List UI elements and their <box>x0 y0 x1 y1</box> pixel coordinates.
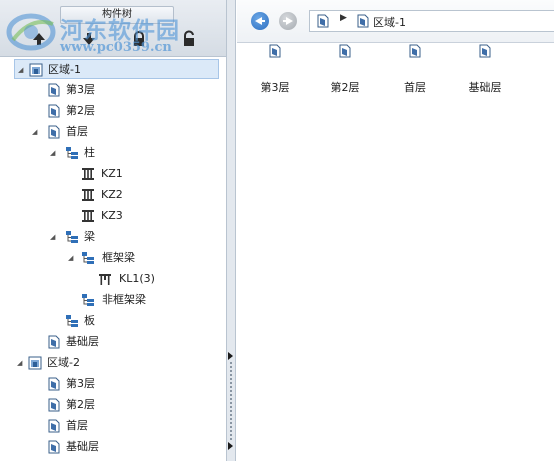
floor-icon <box>356 14 370 28</box>
tree-node-label: 第2层 <box>66 398 95 411</box>
content-item-floor[interactable]: 第3层 <box>240 42 310 112</box>
component-tree: ◢ 区域-1 第3层 第2层 ◢ 首层 ◢ 柱 KZ1 KZ2 KZ3 ◢ 梁 … <box>0 57 226 461</box>
tree-node-label: 首层 <box>66 419 88 432</box>
beam-icon <box>98 272 112 286</box>
watermark-url: www.pc0359.cn <box>60 40 172 55</box>
panel-splitter[interactable] <box>227 0 236 461</box>
column-icon <box>81 188 95 202</box>
component-tree-panel: 构件树 河东软件园 www.pc0359.cn ◢ 区域-1 第3层 第2层 ◢… <box>0 0 227 461</box>
tree-node-label: KZ3 <box>101 209 123 222</box>
tree-node-label: KZ2 <box>101 188 123 201</box>
floor-icon <box>47 83 61 97</box>
region-icon <box>28 356 42 370</box>
navigation-bar: ▶ 区域-1 <box>237 0 554 43</box>
content-item-label: 第3层 <box>260 81 290 94</box>
expand-arrow-icon[interactable]: ◢ <box>18 60 28 80</box>
forward-arrow-icon[interactable] <box>279 12 297 30</box>
content-item-label: 首层 <box>404 81 426 94</box>
tree-node-label: 第3层 <box>66 83 95 96</box>
column-icon <box>81 209 95 223</box>
floor-icon[interactable] <box>316 14 330 28</box>
tree-node-label: KL1(3) <box>119 272 155 285</box>
content-item-label: 基础层 <box>468 81 502 94</box>
category-icon <box>65 314 79 328</box>
tree-node-label: 区域-1 <box>48 63 81 76</box>
splitter-grip[interactable] <box>230 362 232 442</box>
tree-node-label: 第2层 <box>66 104 95 117</box>
expand-arrow-icon[interactable]: ◢ <box>32 122 42 142</box>
collapse-arrow-icon[interactable] <box>228 352 233 360</box>
category-icon <box>65 146 79 160</box>
collapse-arrow-icon[interactable] <box>228 442 233 450</box>
column-icon <box>81 167 95 181</box>
unlock-icon[interactable] <box>180 30 198 48</box>
floor-icon <box>338 44 352 58</box>
expand-arrow-icon[interactable]: ◢ <box>17 353 27 373</box>
floor-icon <box>408 44 422 58</box>
tree-node-label: 框架梁 <box>102 251 135 264</box>
tree-node-region-1[interactable]: ◢ 区域-1 <box>14 59 219 79</box>
expand-arrow-icon[interactable]: ◢ <box>68 248 78 268</box>
tree-node-label: 基础层 <box>66 335 99 348</box>
tree-node-label: KZ1 <box>101 167 123 180</box>
content-item-floor[interactable]: 第2层 <box>310 42 380 112</box>
tree-node-label: 首层 <box>66 125 88 138</box>
content-item-label: 第2层 <box>330 81 360 94</box>
floor-icon <box>47 104 61 118</box>
tree-node-label: 柱 <box>84 146 95 159</box>
expand-arrow-icon[interactable]: ◢ <box>50 143 60 163</box>
tree-node-label: 第3层 <box>66 377 95 390</box>
category-icon <box>81 251 95 265</box>
address-bar[interactable]: ▶ 区域-1 <box>309 10 554 32</box>
content-item-floor[interactable]: 首层 <box>380 42 450 112</box>
floor-icon <box>268 44 282 58</box>
floor-icon <box>47 419 61 433</box>
breadcrumb-separator-icon[interactable]: ▶ <box>340 13 347 23</box>
floor-icon <box>47 398 61 412</box>
floor-icon <box>47 335 61 349</box>
tree-node-label: 板 <box>84 314 95 327</box>
tree-node-label: 梁 <box>84 230 95 243</box>
floor-icon <box>47 125 61 139</box>
back-arrow-icon[interactable] <box>251 12 269 30</box>
expand-arrow-icon[interactable]: ◢ <box>50 227 60 247</box>
content-panel: ▶ 区域-1 第3层 第2层 首层 基础层 <box>237 0 554 461</box>
floor-icon <box>478 44 492 58</box>
content-item-floor[interactable]: 基础层 <box>450 42 520 112</box>
region-icon <box>29 63 43 77</box>
tree-panel-header: 构件树 河东软件园 www.pc0359.cn <box>0 0 226 57</box>
tree-node-label: 非框架梁 <box>102 293 146 306</box>
tree-node-label: 基础层 <box>66 440 99 453</box>
category-icon <box>65 230 79 244</box>
watermark-logo-icon <box>5 10 61 54</box>
tree-node-label: 区域-2 <box>47 356 80 369</box>
floor-icon <box>47 440 61 454</box>
category-icon <box>81 293 95 307</box>
floor-icon <box>47 377 61 391</box>
breadcrumb-current[interactable]: 区域-1 <box>373 14 406 30</box>
